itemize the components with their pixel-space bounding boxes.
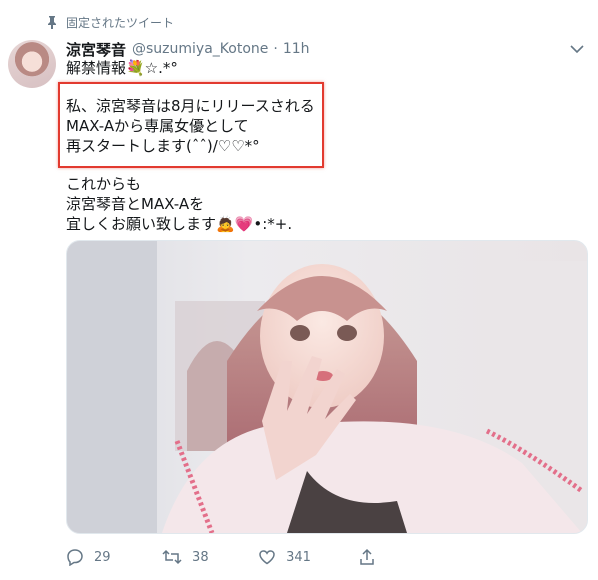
reply-icon	[67, 549, 83, 566]
retweet-count: 38	[192, 549, 209, 565]
tweet-text: 解禁情報💐☆.*° 私、涼宮琴音は8月にリリースされる MAX-Aから専属女優と…	[66, 58, 566, 234]
reply-count: 29	[94, 549, 111, 565]
author-name[interactable]: 涼宮琴音	[66, 39, 126, 60]
pinned-label-text: 固定されたツイート	[66, 15, 175, 30]
retweet-button[interactable]: 38	[162, 548, 258, 566]
separator-dot: ·	[273, 41, 278, 57]
tweet-header: 涼宮琴音 @suzumiya_Kotone · 11h	[66, 38, 588, 60]
heart-icon	[259, 550, 275, 565]
like-count: 341	[286, 549, 311, 565]
avatar[interactable]	[8, 40, 56, 88]
tweet-line: 解禁情報💐☆.*°	[66, 59, 178, 77]
tweet-photo[interactable]	[66, 240, 588, 534]
share-button[interactable]	[358, 548, 386, 566]
reply-button[interactable]: 29	[66, 548, 162, 566]
chevron-down-icon[interactable]	[568, 40, 586, 58]
share-icon	[360, 548, 374, 565]
author-handle[interactable]: @suzumiya_Kotone	[132, 41, 268, 57]
tweet-actions: 29 38 341	[66, 546, 386, 568]
tweet-line: MAX-Aから専属女優として	[66, 117, 249, 135]
tweet-time[interactable]: 11h	[283, 41, 310, 57]
like-button[interactable]: 341	[258, 548, 358, 566]
retweet-icon	[162, 549, 182, 565]
pin-icon	[44, 14, 60, 30]
tweet-line: これからも	[66, 175, 142, 193]
pinned-tweet-label: 固定されたツイート	[44, 12, 174, 32]
tweet-line: 涼宮琴音とMAX-Aを	[66, 195, 205, 213]
tweet-line: 宜しくお願い致します🙇💗•:*+.	[66, 215, 293, 233]
tweet-line: 私、涼宮琴音は8月にリリースされる	[66, 97, 315, 115]
photo-illustration	[67, 241, 587, 533]
tweet-line: 再スタートします(ˆˆ)/♡♡*°	[66, 137, 260, 155]
